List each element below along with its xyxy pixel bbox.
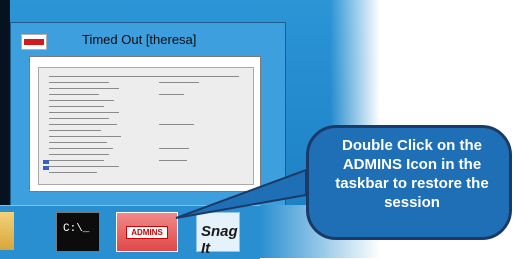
callout-text: Double Click on the ADMINS Icon in the t… xyxy=(335,137,489,211)
instruction-callout: Double Click on the ADMINS Icon in the t… xyxy=(306,125,512,240)
